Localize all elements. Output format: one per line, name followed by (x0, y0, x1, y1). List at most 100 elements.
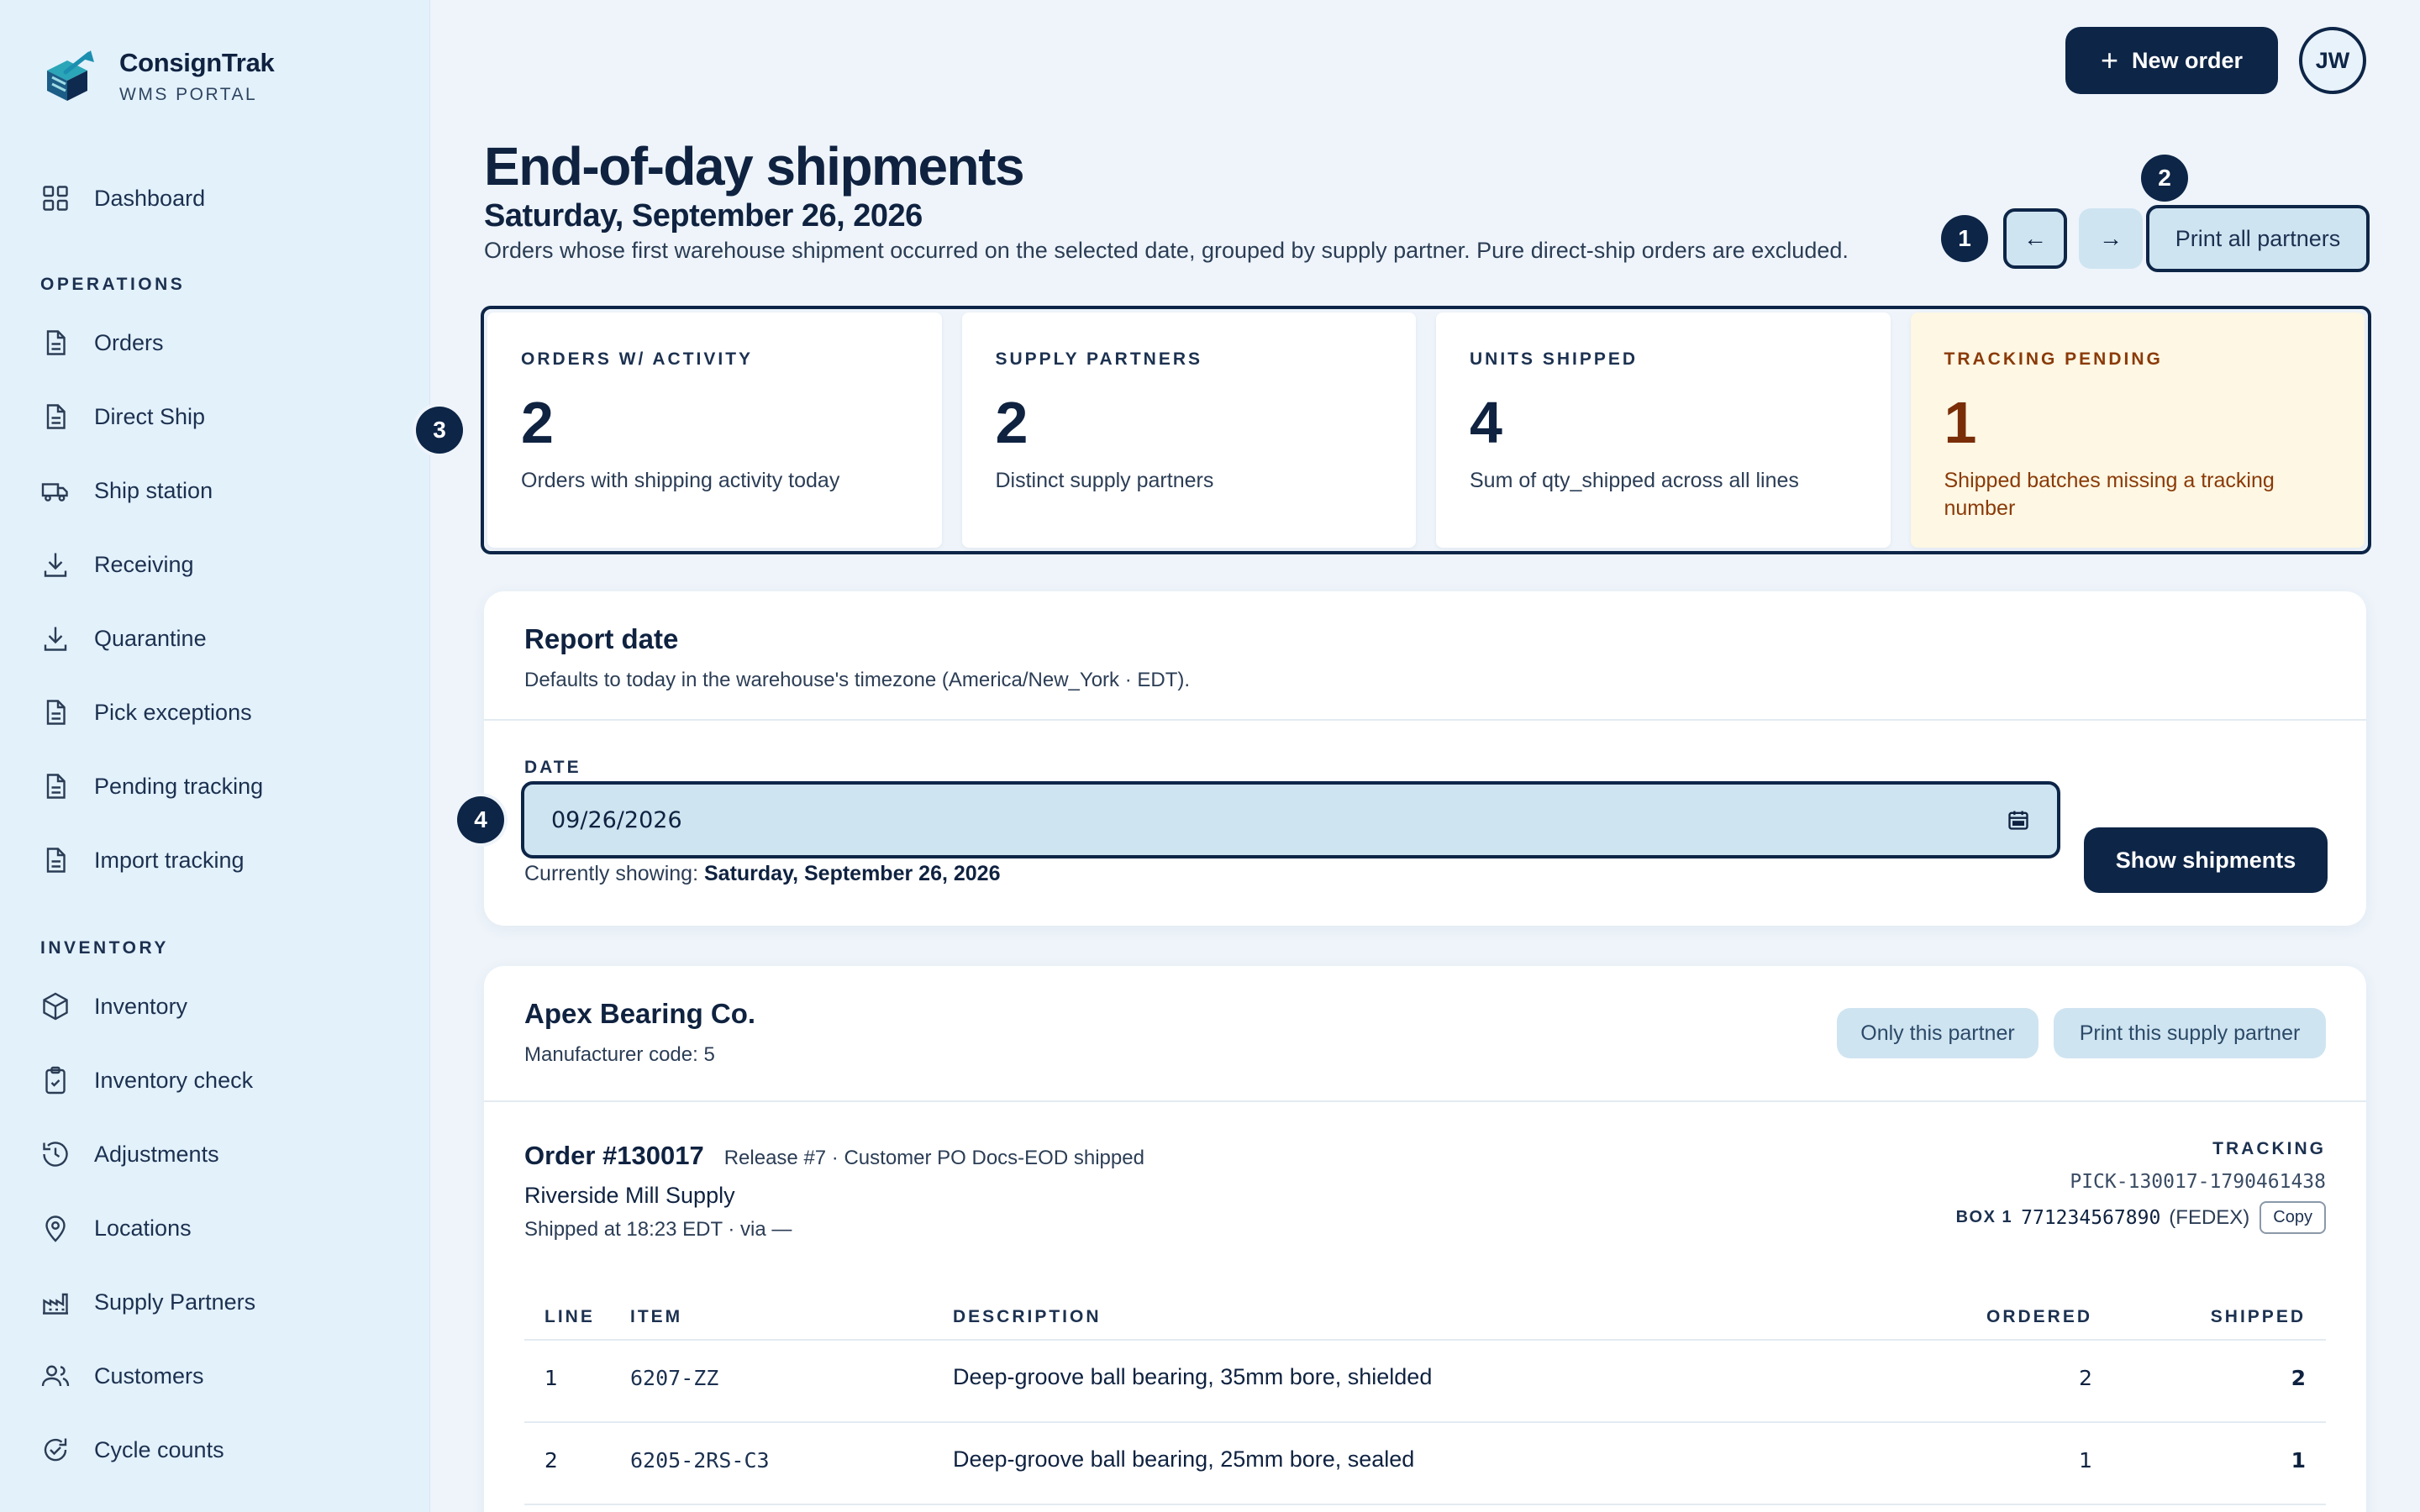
only-this-partner-button[interactable]: Only this partner (1837, 1008, 2039, 1058)
sidebar-item-cycle-counts[interactable]: Cycle counts (40, 1425, 393, 1475)
sidebar-item-label: Inventory check (94, 1067, 254, 1093)
order-meta: Release #7 · Customer PO Docs-EOD shippe… (723, 1147, 1144, 1169)
document-icon (46, 404, 66, 429)
divider (484, 1100, 2366, 1102)
sidebar-item-label: Receiving (94, 551, 194, 577)
stat-label: UNITS SHIPPED (1470, 349, 1639, 369)
sidebar-item-ship-station[interactable]: Ship station (40, 465, 393, 516)
previous-day-button[interactable]: ← (2003, 208, 2067, 269)
calendar-icon[interactable] (2007, 808, 2030, 832)
cell-item[interactable]: 6207-ZZ (630, 1366, 718, 1390)
print-all-partners-button[interactable]: Print all partners (2146, 205, 2370, 272)
sidebar: ConsignTrak WMS PORTAL Dashboard OPERATI… (0, 0, 430, 1512)
stat-caption: Shipped batches missing a tracking numbe… (1944, 469, 2275, 520)
sidebar-item-supply-partners[interactable]: Supply Partners (40, 1277, 393, 1327)
stat-card-tracking-pending: TRACKING PENDING 1 Shipped batches missi… (1910, 312, 2365, 548)
sidebar-item-label: Pending tracking (94, 773, 264, 799)
column-header-item: ITEM (630, 1307, 683, 1326)
sidebar-item-orders[interactable]: Orders (40, 318, 393, 368)
brand-name: ConsignTrak (119, 48, 275, 77)
sidebar-item-inventory-check[interactable]: Inventory check (40, 1055, 393, 1105)
date-input[interactable]: 09/26/2026 (521, 781, 2060, 858)
sidebar-item-label: Import tracking (94, 847, 245, 873)
stat-card-partners: SUPPLY PARTNERS 2 Distinct supply partne… (961, 312, 1416, 548)
cell-line: 1 (544, 1366, 558, 1390)
partner-name: Apex Bearing Co. (524, 998, 756, 1029)
stats-panel: ORDERS W/ ACTIVITY 2 Orders with shippin… (481, 306, 2371, 554)
avatar[interactable]: JW (2299, 27, 2366, 94)
document-icon (46, 774, 66, 799)
column-header-shipped: SHIPPED (2210, 1307, 2306, 1326)
page-date: Saturday, September 26, 2026 (484, 198, 923, 234)
sidebar-item-adjustments[interactable]: Adjustments (40, 1129, 393, 1179)
tracking-label: TRACKING (2212, 1139, 2326, 1158)
sidebar-item-label: Quarantine (94, 625, 207, 651)
clipboard-check-icon (45, 1066, 66, 1095)
sidebar-item-import-tracking[interactable]: Import tracking (40, 835, 393, 885)
currently-showing: Currently showing: Saturday, September 2… (524, 862, 1000, 886)
stat-value: 2 (995, 390, 1028, 455)
new-order-label: New order (2131, 47, 2244, 73)
sidebar-item-receiving[interactable]: Receiving (40, 539, 393, 590)
sidebar-item-pending-tracking[interactable]: Pending tracking (40, 761, 393, 811)
sidebar-item-pick-exceptions[interactable]: Pick exceptions (40, 687, 393, 738)
download-icon (44, 627, 67, 651)
history-icon (43, 1142, 68, 1167)
sidebar-item-inventory[interactable]: Inventory (40, 981, 393, 1032)
report-date-card: Report date Defaults to today in the war… (484, 591, 2366, 926)
new-order-button[interactable]: + New order (2065, 27, 2278, 94)
brand-subtitle: WMS PORTAL (119, 85, 258, 104)
order-number[interactable]: Order #130017 (524, 1141, 704, 1171)
cell-ordered: 1 (2079, 1448, 2092, 1473)
sidebar-item-label: Ship station (94, 477, 213, 503)
sidebar-item-customers[interactable]: Customers (40, 1351, 393, 1401)
sidebar-item-quarantine[interactable]: Quarantine (40, 613, 393, 664)
sidebar-item-label: Direct Ship (94, 403, 206, 429)
sidebar-item-label: Customers (94, 1362, 204, 1389)
box-icon (43, 992, 68, 1021)
cell-shipped: 2 (2291, 1366, 2306, 1390)
stat-label: SUPPLY PARTNERS (995, 349, 1202, 369)
order-customer: Riverside Mill Supply (524, 1183, 735, 1208)
show-shipments-button[interactable]: Show shipments (2084, 827, 2328, 893)
date-field-label: DATE (524, 758, 581, 777)
cell-description: Deep-groove ball bearing, 25mm bore, sea… (953, 1446, 1415, 1472)
divider (484, 719, 2366, 721)
page-title: End-of-day shipments (484, 136, 1025, 197)
partner-code: Manufacturer code: 5 (524, 1043, 715, 1066)
sidebar-item-label: Orders (94, 329, 164, 355)
currently-showing-value: Saturday, September 26, 2026 (703, 862, 1001, 885)
sidebar-item-label: Supply Partners (94, 1289, 256, 1315)
sidebar-item-label: Inventory (94, 993, 188, 1019)
callout-badge-4: 4 (457, 796, 504, 843)
print-this-partner-button[interactable]: Print this supply partner (2054, 1008, 2326, 1058)
sidebar-item-label: Pick exceptions (94, 699, 252, 725)
users-icon (41, 1365, 70, 1387)
callout-badge-2: 2 (2141, 155, 2188, 202)
sidebar-item-locations[interactable]: Locations (40, 1203, 393, 1253)
sidebar-item-dashboard[interactable]: Dashboard (40, 173, 393, 223)
column-header-description: DESCRIPTION (953, 1307, 1102, 1326)
brand[interactable]: ConsignTrak WMS PORTAL (40, 47, 275, 106)
nav-section-inventory: INVENTORY (40, 938, 169, 958)
sidebar-item-label: Cycle counts (94, 1436, 224, 1462)
stat-caption: Distinct supply partners (995, 469, 1214, 492)
column-header-line: LINE (544, 1307, 595, 1326)
sidebar-item-direct-ship[interactable]: Direct Ship (40, 391, 393, 442)
cell-line: 2 (544, 1448, 558, 1473)
cell-ordered: 2 (2079, 1366, 2092, 1390)
refresh-check-icon (44, 1438, 67, 1462)
document-icon (46, 700, 66, 725)
next-day-button[interactable]: → (2079, 208, 2143, 269)
map-pin-icon (45, 1215, 66, 1242)
box-label: BOX 1 (1955, 1208, 2013, 1226)
box-tracking: BOX 1 771234567890 (FEDEX) Copy (1956, 1201, 2326, 1234)
cell-item[interactable]: 6205-2RS-C3 (630, 1448, 770, 1473)
column-header-ordered: ORDERED (1986, 1307, 2092, 1326)
truck-icon (41, 483, 68, 501)
report-date-title: Report date (524, 623, 679, 654)
order-shipped-info: Shipped at 18:23 EDT · via — (524, 1218, 792, 1241)
copy-tracking-button[interactable]: Copy (2260, 1201, 2326, 1234)
cell-description: Deep-groove ball bearing, 35mm bore, shi… (953, 1364, 1433, 1389)
sidebar-item-label: Adjustments (94, 1141, 219, 1167)
